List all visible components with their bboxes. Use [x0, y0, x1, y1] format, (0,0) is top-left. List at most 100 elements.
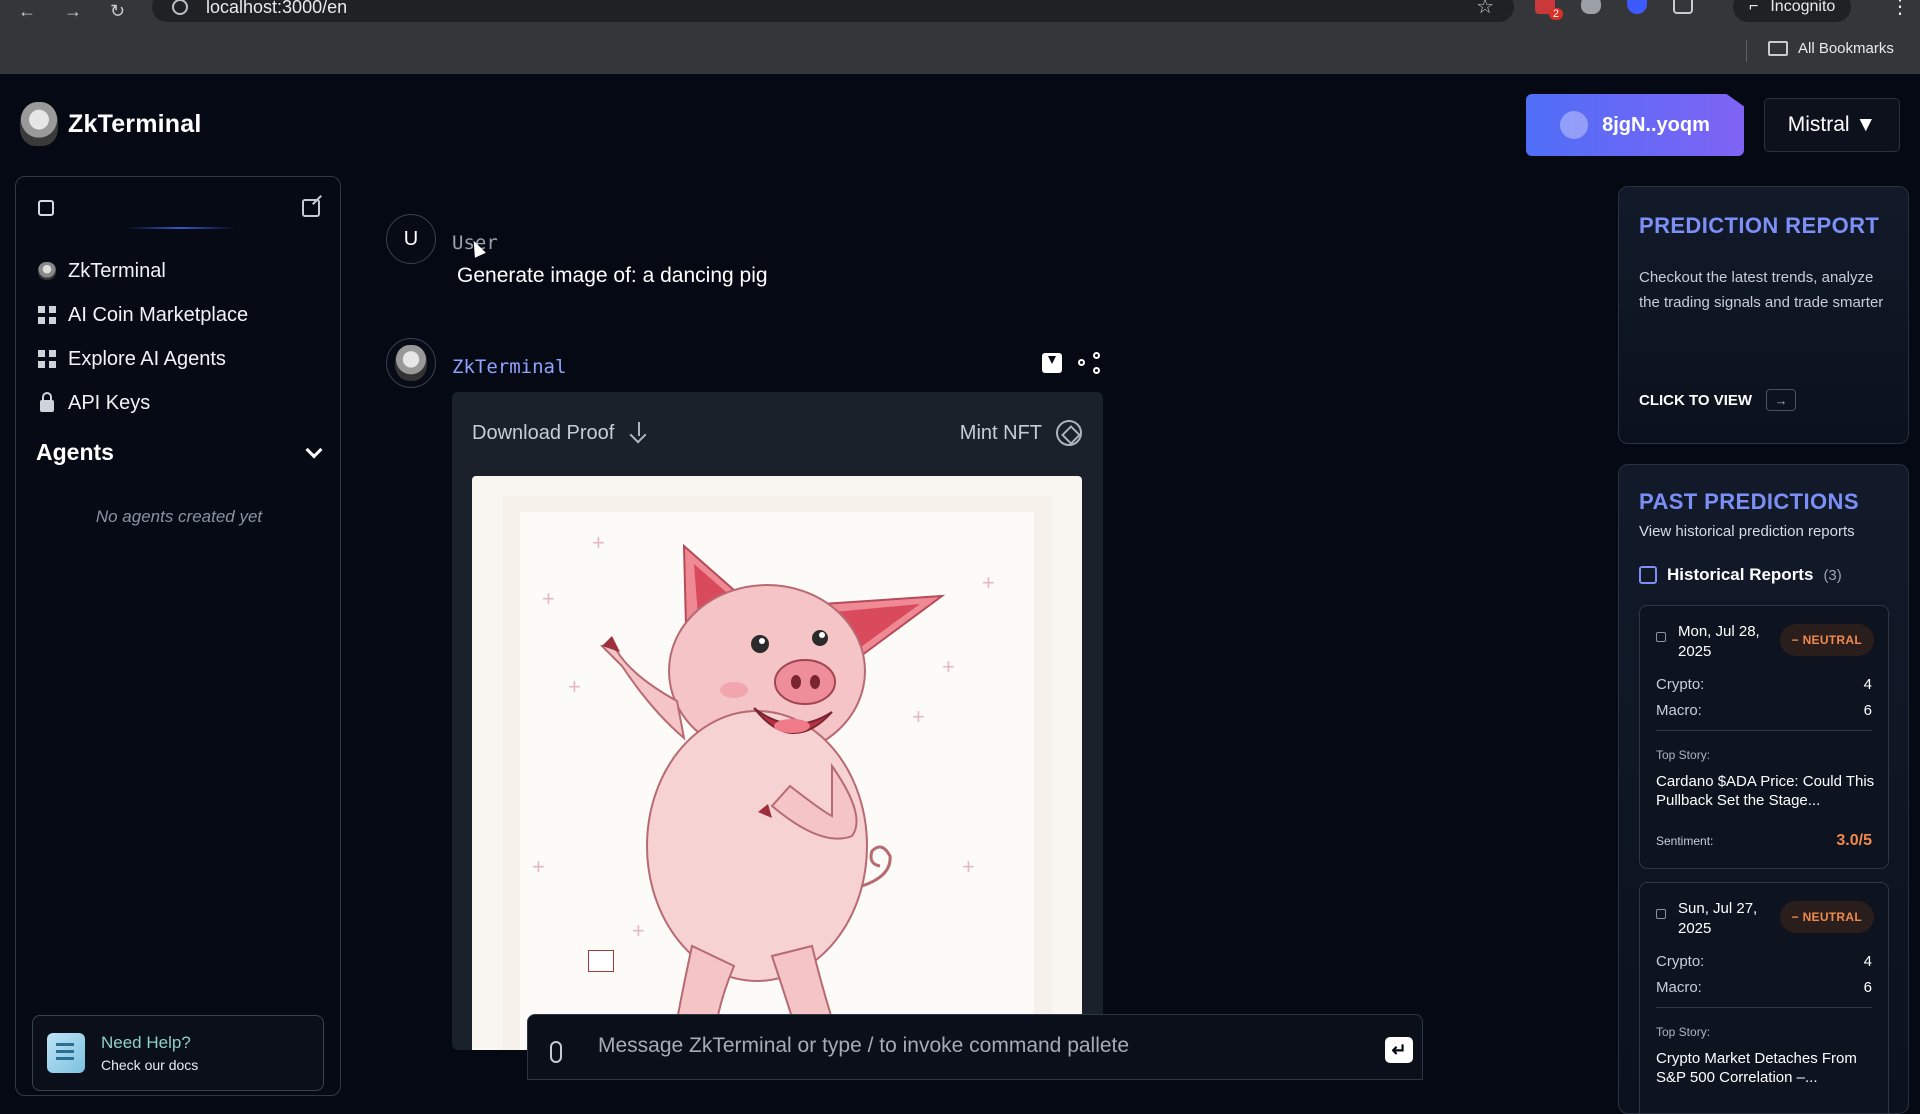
arrow-right-icon: → [1766, 389, 1797, 411]
click-to-view-button[interactable]: CLICK TO VIEW → [1639, 389, 1797, 411]
extensions-puzzle-icon[interactable] [1673, 0, 1693, 14]
crypto-label: Crypto: [1656, 953, 1705, 970]
address-bar[interactable]: localhost:3000/en ☆ [152, 0, 1514, 22]
agents-title: Agents [36, 439, 114, 465]
top-story-label: Top Story: [1656, 1025, 1711, 1039]
top-story-label: Top Story: [1656, 748, 1711, 762]
extensions-bar: 2 [1535, 0, 1693, 20]
sidebar-item-api-keys[interactable]: API Keys [38, 381, 328, 425]
report-card[interactable]: Sun, Jul 27, 2025 − NEUTRAL Crypto: 4 Ma… [1639, 882, 1889, 1113]
back-icon[interactable]: ← [18, 1, 36, 22]
extension-badge: 2 [1548, 8, 1563, 20]
incognito-indicator[interactable]: ⌐ Incognito [1733, 0, 1852, 22]
browser-menu-icon[interactable]: ⋮ [1890, 0, 1910, 19]
image-card-actions: Download Proof Mint NFT [472, 420, 1082, 446]
artist-stamp [588, 950, 614, 972]
message-input[interactable] [598, 1029, 1338, 1063]
report-macro-row: Macro: 6 [1656, 702, 1872, 719]
extension-blue-icon[interactable] [1627, 0, 1647, 14]
download-icon[interactable] [1042, 353, 1062, 373]
nft-icon [1056, 420, 1082, 446]
sidebar-nav: ZkTerminal AI Coin Marketplace Explore A… [38, 249, 328, 425]
report-card[interactable]: Mon, Jul 28, 2025 − NEUTRAL Crypto: 4 Ma… [1639, 605, 1889, 869]
help-title: Need Help? [101, 1033, 191, 1052]
all-bookmarks-button[interactable]: All Bookmarks [1746, 40, 1894, 62]
tiger-logo-icon [20, 102, 58, 146]
sparkle-icon: + [632, 918, 645, 943]
share-icon[interactable] [1078, 352, 1100, 374]
sidebar: ZkTerminal AI Coin Marketplace Explore A… [15, 176, 341, 1096]
report-crypto-row: Crypto: 4 [1656, 676, 1872, 693]
sentiment-value: 3.0/5 [1836, 832, 1872, 849]
url-text: localhost:3000/en [206, 0, 348, 17]
prediction-report-title: PREDICTION REPORT [1639, 213, 1880, 238]
user-message: Generate image of: a dancing pig [457, 264, 768, 287]
report-divider [1656, 1007, 1872, 1008]
download-proof-button[interactable]: Download Proof [472, 422, 650, 445]
click-to-view-label: CLICK TO VIEW [1639, 391, 1753, 409]
reload-icon[interactable]: ↻ [110, 1, 125, 22]
attach-icon[interactable] [550, 1041, 562, 1063]
grid-icon [38, 350, 56, 368]
extension-red-icon[interactable]: 2 [1535, 0, 1563, 20]
sidebar-toolbar [38, 199, 320, 217]
sidebar-item-label: AI Coin Marketplace [68, 303, 249, 326]
download-arrow-icon [628, 422, 650, 444]
bookmark-star-icon[interactable]: ☆ [1476, 0, 1494, 19]
brand-logo[interactable]: ZkTerminal [20, 102, 202, 146]
macro-value: 6 [1863, 979, 1872, 996]
top-story-text: Crypto Market Detaches From S&P 500 Corr… [1656, 1050, 1857, 1086]
historical-reports-header: Historical Reports (3) [1639, 565, 1842, 585]
bot-avatar [386, 338, 436, 388]
sidebar-item-ai-coin-marketplace[interactable]: AI Coin Marketplace [38, 293, 328, 337]
send-icon[interactable]: ↵ [1385, 1037, 1413, 1063]
forward-icon[interactable]: → [64, 1, 82, 22]
new-chat-icon[interactable] [302, 199, 320, 217]
sidebar-collapse-icon[interactable] [38, 200, 54, 216]
sidebar-item-explore-ai-agents[interactable]: Explore AI Agents [38, 337, 328, 381]
lock-icon [40, 392, 54, 412]
brand-name: ZkTerminal [68, 109, 202, 138]
status-badge: − NEUTRAL [1779, 901, 1874, 933]
sidebar-item-label: ZkTerminal [68, 259, 166, 282]
docs-icon [47, 1033, 85, 1073]
wallet-icon [1560, 111, 1589, 139]
user-avatar: U [386, 214, 436, 264]
status-badge: − NEUTRAL [1779, 624, 1874, 656]
browser-chrome: ← → ↻ localhost:3000/en ☆ 2 ⌐ Incognito … [0, 0, 1920, 74]
extension-shield-icon[interactable] [1581, 0, 1601, 14]
help-text: Need Help? Check our docs [101, 1033, 198, 1073]
message-tools [1042, 352, 1100, 374]
historical-reports-count: (3) [1823, 566, 1842, 584]
site-info-icon[interactable] [172, 0, 188, 15]
incognito-label: Incognito [1770, 0, 1836, 15]
sparkle-icon: + [962, 854, 975, 879]
sparkle-icon: + [982, 570, 995, 595]
calendar-icon [1656, 632, 1666, 642]
browser-nav: ← → ↻ [18, 0, 125, 22]
mint-nft-button[interactable]: Mint NFT [960, 420, 1082, 446]
crypto-value: 4 [1863, 676, 1872, 693]
calendar-icon [1639, 566, 1657, 584]
no-agents-message: No agents created yet [95, 507, 263, 526]
past-predictions-subtitle: View historical prediction reports [1639, 523, 1855, 540]
sparkle-icon: + [942, 654, 955, 679]
generated-image-card: Download Proof Mint NFT + + + + + + + + … [452, 392, 1103, 1050]
report-date: Sun, Jul 27, 2025 [1678, 900, 1758, 937]
generated-image[interactable]: + + + + + + + + + [472, 476, 1082, 1050]
sparkle-icon: + [912, 704, 925, 729]
crypto-value: 4 [1863, 953, 1872, 970]
sentiment-label: Sentiment: [1656, 834, 1714, 848]
calendar-icon [1656, 909, 1666, 919]
model-label: Mistral ▼ [1787, 113, 1877, 136]
past-predictions-card: PAST PREDICTIONS View historical predict… [1618, 464, 1909, 1114]
model-selector[interactable]: Mistral ▼ [1764, 98, 1900, 152]
all-bookmarks-label: All Bookmarks [1798, 40, 1894, 57]
sparkle-icon: + [568, 674, 581, 699]
agents-section-toggle[interactable]: Agents [36, 439, 326, 466]
bot-name: ZkTerminal [452, 356, 567, 378]
sidebar-item-zkterminal[interactable]: ZkTerminal [38, 249, 328, 293]
sidebar-glow-divider [126, 227, 236, 229]
wallet-button[interactable]: 8jgN..yoqm [1526, 94, 1744, 156]
report-sentiment-row: Sentiment: 3.0/5 [1656, 832, 1872, 850]
